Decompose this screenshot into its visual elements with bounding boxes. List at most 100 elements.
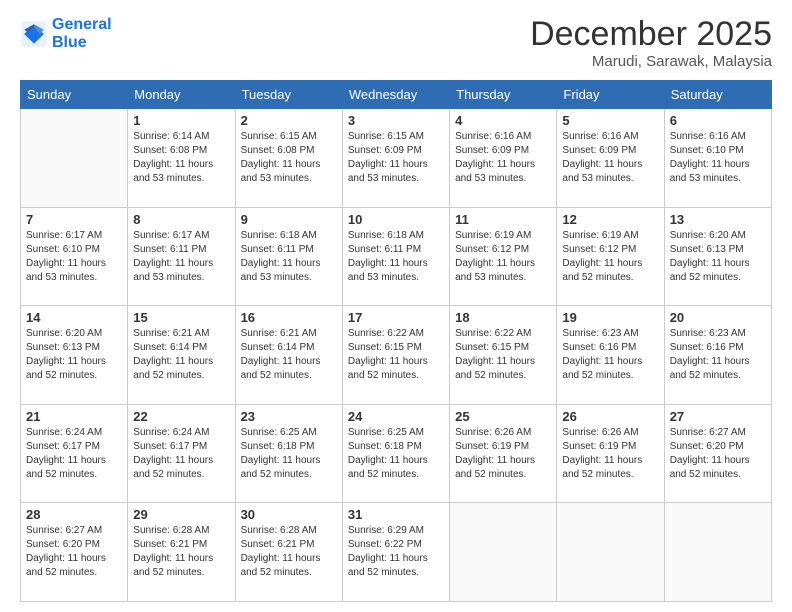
calendar-header-tuesday: Tuesday — [235, 81, 342, 109]
cell-info: Sunrise: 6:21 AM Sunset: 6:14 PM Dayligh… — [241, 327, 337, 383]
day-number: 9 — [241, 212, 337, 227]
calendar-cell-2-4: 18 Sunrise: 6:22 AM Sunset: 6:15 PM Dayli… — [450, 306, 557, 405]
day-number: 13 — [670, 212, 766, 227]
cell-info: Sunrise: 6:20 AM Sunset: 6:13 PM Dayligh… — [26, 327, 122, 383]
cell-info: Sunrise: 6:24 AM Sunset: 6:17 PM Dayligh… — [26, 426, 122, 482]
calendar-cell-2-3: 17 Sunrise: 6:22 AM Sunset: 6:15 PM Dayli… — [342, 306, 449, 405]
cell-info: Sunrise: 6:16 AM Sunset: 6:09 PM Dayligh… — [562, 130, 658, 186]
cell-info: Sunrise: 6:19 AM Sunset: 6:12 PM Dayligh… — [455, 229, 551, 285]
calendar-cell-2-5: 19Sunrise: 6:23 AM Sunset: 6:16 PM Dayli… — [557, 306, 664, 405]
calendar-cell-1-4: 11 Sunrise: 6:19 AM Sunset: 6:12 PM Dayli… — [450, 207, 557, 306]
cell-info: Sunrise: 6:16 AM Sunset: 6:09 PM Dayligh… — [455, 130, 551, 186]
week-row-3: 21 Sunrise: 6:24 AM Sunset: 6:17 PM Dayli… — [21, 404, 772, 503]
calendar-header-thursday: Thursday — [450, 81, 557, 109]
calendar-cell-0-3: 3Sunrise: 6:15 AM Sunset: 6:09 PM Daylig… — [342, 109, 449, 208]
day-number: 7 — [26, 212, 122, 227]
cell-info: Sunrise: 6:22 AM Sunset: 6:15 PM Dayligh… — [348, 327, 444, 383]
calendar-cell-4-3: 31 Sunrise: 6:29 AM Sunset: 6:22 PM Dayli… — [342, 503, 449, 602]
calendar-cell-4-2: 30 Sunrise: 6:28 AM Sunset: 6:21 PM Dayli… — [235, 503, 342, 602]
day-number: 1 — [133, 113, 229, 128]
day-number: 12 — [562, 212, 658, 227]
cell-info: Sunrise: 6:14 AM Sunset: 6:08 PM Dayligh… — [133, 130, 229, 186]
day-number: 31 — [348, 507, 444, 522]
calendar-header-monday: Monday — [128, 81, 235, 109]
calendar-cell-2-1: 15 Sunrise: 6:21 AM Sunset: 6:14 PM Dayli… — [128, 306, 235, 405]
day-number: 10 — [348, 212, 444, 227]
day-number: 18 — [455, 310, 551, 325]
day-number: 15 — [133, 310, 229, 325]
day-number: 11 — [455, 212, 551, 227]
calendar-cell-0-2: 2Sunrise: 6:15 AM Sunset: 6:08 PM Daylig… — [235, 109, 342, 208]
month-title: December 2025 — [530, 16, 772, 53]
cell-info: Sunrise: 6:19 AM Sunset: 6:12 PM Dayligh… — [562, 229, 658, 285]
day-number: 23 — [241, 409, 337, 424]
day-number: 5 — [562, 113, 658, 128]
calendar-cell-4-5 — [557, 503, 664, 602]
cell-info: Sunrise: 6:22 AM Sunset: 6:15 PM Dayligh… — [455, 327, 551, 383]
day-number: 21 — [26, 409, 122, 424]
calendar-header-row: SundayMondayTuesdayWednesdayThursdayFrid… — [21, 81, 772, 109]
calendar-cell-4-4 — [450, 503, 557, 602]
calendar-cell-0-5: 5 Sunrise: 6:16 AM Sunset: 6:09 PM Daylig… — [557, 109, 664, 208]
calendar-cell-2-0: 14 Sunrise: 6:20 AM Sunset: 6:13 PM Dayli… — [21, 306, 128, 405]
title-block: December 2025 Marudi, Sarawak, Malaysia — [530, 16, 772, 70]
cell-info: Sunrise: 6:28 AM Sunset: 6:21 PM Dayligh… — [133, 524, 229, 580]
day-number: 8 — [133, 212, 229, 227]
week-row-2: 14 Sunrise: 6:20 AM Sunset: 6:13 PM Dayli… — [21, 306, 772, 405]
cell-info: Sunrise: 6:27 AM Sunset: 6:20 PM Dayligh… — [670, 426, 766, 482]
day-number: 28 — [26, 507, 122, 522]
week-row-1: 7 Sunrise: 6:17 AM Sunset: 6:10 PM Daylig… — [21, 207, 772, 306]
page: General Blue December 2025 Marudi, Saraw… — [0, 0, 792, 612]
day-number: 26 — [562, 409, 658, 424]
logo-icon — [20, 20, 48, 48]
location: Marudi, Sarawak, Malaysia — [530, 53, 772, 70]
cell-info: Sunrise: 6:23 AM Sunset: 6:16 PM Dayligh… — [670, 327, 766, 383]
cell-info: Sunrise: 6:20 AM Sunset: 6:13 PM Dayligh… — [670, 229, 766, 285]
calendar-cell-3-3: 24Sunrise: 6:25 AM Sunset: 6:18 PM Dayli… — [342, 404, 449, 503]
calendar-cell-1-5: 12 Sunrise: 6:19 AM Sunset: 6:12 PM Dayli… — [557, 207, 664, 306]
calendar-cell-0-1: 1 Sunrise: 6:14 AM Sunset: 6:08 PM Daylig… — [128, 109, 235, 208]
logo-text: General Blue — [52, 16, 112, 51]
cell-info: Sunrise: 6:18 AM Sunset: 6:11 PM Dayligh… — [348, 229, 444, 285]
day-number: 6 — [670, 113, 766, 128]
cell-info: Sunrise: 6:21 AM Sunset: 6:14 PM Dayligh… — [133, 327, 229, 383]
day-number: 27 — [670, 409, 766, 424]
calendar-cell-3-5: 26 Sunrise: 6:26 AM Sunset: 6:19 PM Dayli… — [557, 404, 664, 503]
day-number: 29 — [133, 507, 229, 522]
cell-info: Sunrise: 6:18 AM Sunset: 6:11 PM Dayligh… — [241, 229, 337, 285]
cell-info: Sunrise: 6:25 AM Sunset: 6:18 PM Dayligh… — [241, 426, 337, 482]
header: General Blue December 2025 Marudi, Saraw… — [20, 16, 772, 70]
calendar-cell-3-4: 25Sunrise: 6:26 AM Sunset: 6:19 PM Dayli… — [450, 404, 557, 503]
calendar-cell-1-0: 7 Sunrise: 6:17 AM Sunset: 6:10 PM Daylig… — [21, 207, 128, 306]
calendar-cell-0-4: 4Sunrise: 6:16 AM Sunset: 6:09 PM Daylig… — [450, 109, 557, 208]
day-number: 14 — [26, 310, 122, 325]
cell-info: Sunrise: 6:24 AM Sunset: 6:17 PM Dayligh… — [133, 426, 229, 482]
calendar-cell-3-6: 27 Sunrise: 6:27 AM Sunset: 6:20 PM Dayli… — [664, 404, 771, 503]
calendar-header-wednesday: Wednesday — [342, 81, 449, 109]
day-number: 16 — [241, 310, 337, 325]
cell-info: Sunrise: 6:16 AM Sunset: 6:10 PM Dayligh… — [670, 130, 766, 186]
calendar-cell-1-3: 10 Sunrise: 6:18 AM Sunset: 6:11 PM Dayli… — [342, 207, 449, 306]
cell-info: Sunrise: 6:29 AM Sunset: 6:22 PM Dayligh… — [348, 524, 444, 580]
calendar-cell-4-1: 29 Sunrise: 6:28 AM Sunset: 6:21 PM Dayli… — [128, 503, 235, 602]
calendar-cell-3-0: 21 Sunrise: 6:24 AM Sunset: 6:17 PM Dayli… — [21, 404, 128, 503]
day-number: 25 — [455, 409, 551, 424]
day-number: 17 — [348, 310, 444, 325]
calendar-cell-3-1: 22 Sunrise: 6:24 AM Sunset: 6:17 PM Dayli… — [128, 404, 235, 503]
calendar-cell-1-2: 9 Sunrise: 6:18 AM Sunset: 6:11 PM Daylig… — [235, 207, 342, 306]
calendar-cell-1-6: 13 Sunrise: 6:20 AM Sunset: 6:13 PM Dayli… — [664, 207, 771, 306]
calendar-cell-2-6: 20Sunrise: 6:23 AM Sunset: 6:16 PM Dayli… — [664, 306, 771, 405]
week-row-0: 1 Sunrise: 6:14 AM Sunset: 6:08 PM Daylig… — [21, 109, 772, 208]
calendar-cell-4-0: 28Sunrise: 6:27 AM Sunset: 6:20 PM Dayli… — [21, 503, 128, 602]
day-number: 24 — [348, 409, 444, 424]
cell-info: Sunrise: 6:26 AM Sunset: 6:19 PM Dayligh… — [562, 426, 658, 482]
cell-info: Sunrise: 6:17 AM Sunset: 6:11 PM Dayligh… — [133, 229, 229, 285]
day-number: 22 — [133, 409, 229, 424]
cell-info: Sunrise: 6:17 AM Sunset: 6:10 PM Dayligh… — [26, 229, 122, 285]
day-number: 19 — [562, 310, 658, 325]
cell-info: Sunrise: 6:28 AM Sunset: 6:21 PM Dayligh… — [241, 524, 337, 580]
day-number: 30 — [241, 507, 337, 522]
calendar-cell-0-0 — [21, 109, 128, 208]
calendar-cell-3-2: 23 Sunrise: 6:25 AM Sunset: 6:18 PM Dayli… — [235, 404, 342, 503]
calendar-header-sunday: Sunday — [21, 81, 128, 109]
